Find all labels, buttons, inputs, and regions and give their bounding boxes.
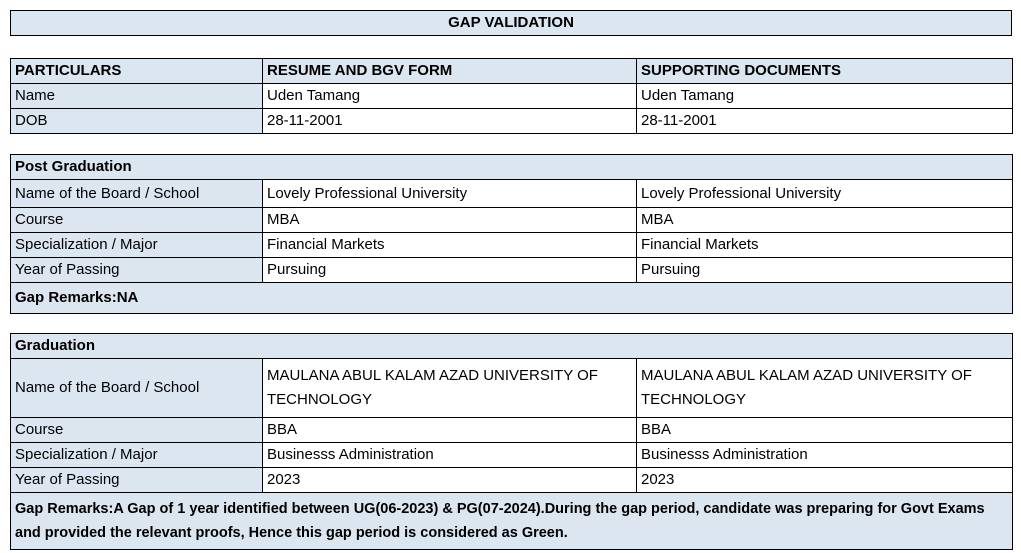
- row-label: Specialization / Major: [10, 442, 263, 468]
- row-label: DOB: [10, 108, 263, 134]
- table-row: Course MBA MBA: [10, 207, 1014, 233]
- row-label: Course: [10, 207, 263, 233]
- table-row: Year of Passing Pursuing Pursuing: [10, 257, 1014, 283]
- resume-value: 28-11-2001: [262, 108, 637, 134]
- table-row: Specialization / Major Financial Markets…: [10, 232, 1014, 258]
- docs-value: 28-11-2001: [636, 108, 1013, 134]
- gap-remarks: Gap Remarks:A Gap of 1 year identified b…: [10, 492, 1013, 550]
- docs-value: Businesss Administration: [636, 442, 1013, 468]
- table-row: Course BBA BBA: [10, 417, 1013, 443]
- row-label: Name of the Board / School: [10, 358, 263, 418]
- row-label: Name of the Board / School: [10, 179, 263, 208]
- table-row: Name of the Board / School MAULANA ABUL …: [10, 358, 1013, 418]
- resume-value: Financial Markets: [262, 232, 637, 258]
- table-row: DOB 28-11-2001 28-11-2001: [10, 108, 1013, 134]
- post-graduation-table: Post Graduation Name of the Board / Scho…: [9, 154, 1014, 314]
- docs-value: Pursuing: [635, 257, 1014, 283]
- graduation-table: Graduation Name of the Board / School MA…: [10, 333, 1013, 550]
- row-label: Year of Passing: [10, 467, 263, 493]
- page-title: GAP VALIDATION: [10, 10, 1012, 36]
- gap-remarks: Gap Remarks:NA: [9, 282, 1014, 314]
- header-row: PARTICULARS RESUME AND BGV FORM SUPPORTI…: [10, 58, 1013, 84]
- table-row: Name Uden Tamang Uden Tamang: [10, 83, 1013, 109]
- docs-value: Lovely Professional University: [635, 179, 1014, 208]
- table-row: Name of the Board / School Lovely Profes…: [10, 179, 1014, 208]
- col-header-particulars: PARTICULARS: [10, 58, 263, 84]
- table-row: Year of Passing 2023 2023: [10, 467, 1013, 493]
- table-row: Specialization / Major Businesss Adminis…: [10, 442, 1013, 468]
- section-heading: Post Graduation: [9, 154, 1014, 180]
- docs-value: Financial Markets: [635, 232, 1014, 258]
- resume-value: Uden Tamang: [262, 83, 637, 109]
- row-label: Name: [10, 83, 263, 109]
- docs-value: MAULANA ABUL KALAM AZAD UNIVERSITY OF TE…: [636, 358, 1013, 418]
- resume-value: MBA: [262, 207, 637, 233]
- title-table: GAP VALIDATION: [10, 10, 1012, 36]
- docs-value: BBA: [636, 417, 1013, 443]
- docs-value: 2023: [636, 467, 1013, 493]
- personal-table: PARTICULARS RESUME AND BGV FORM SUPPORTI…: [10, 58, 1013, 134]
- docs-value: Uden Tamang: [636, 83, 1013, 109]
- col-header-resume: RESUME AND BGV FORM: [262, 58, 637, 84]
- row-label: Specialization / Major: [10, 232, 263, 258]
- resume-value: Businesss Administration: [262, 442, 637, 468]
- resume-value: Lovely Professional University: [262, 179, 637, 208]
- row-label: Course: [10, 417, 263, 443]
- col-header-docs: SUPPORTING DOCUMENTS: [636, 58, 1013, 84]
- resume-value: BBA: [262, 417, 637, 443]
- docs-value: MBA: [635, 207, 1014, 233]
- section-heading: Graduation: [10, 333, 1013, 359]
- resume-value: Pursuing: [262, 257, 637, 283]
- resume-value: MAULANA ABUL KALAM AZAD UNIVERSITY OF TE…: [262, 358, 637, 418]
- row-label: Year of Passing: [10, 257, 263, 283]
- resume-value: 2023: [262, 467, 637, 493]
